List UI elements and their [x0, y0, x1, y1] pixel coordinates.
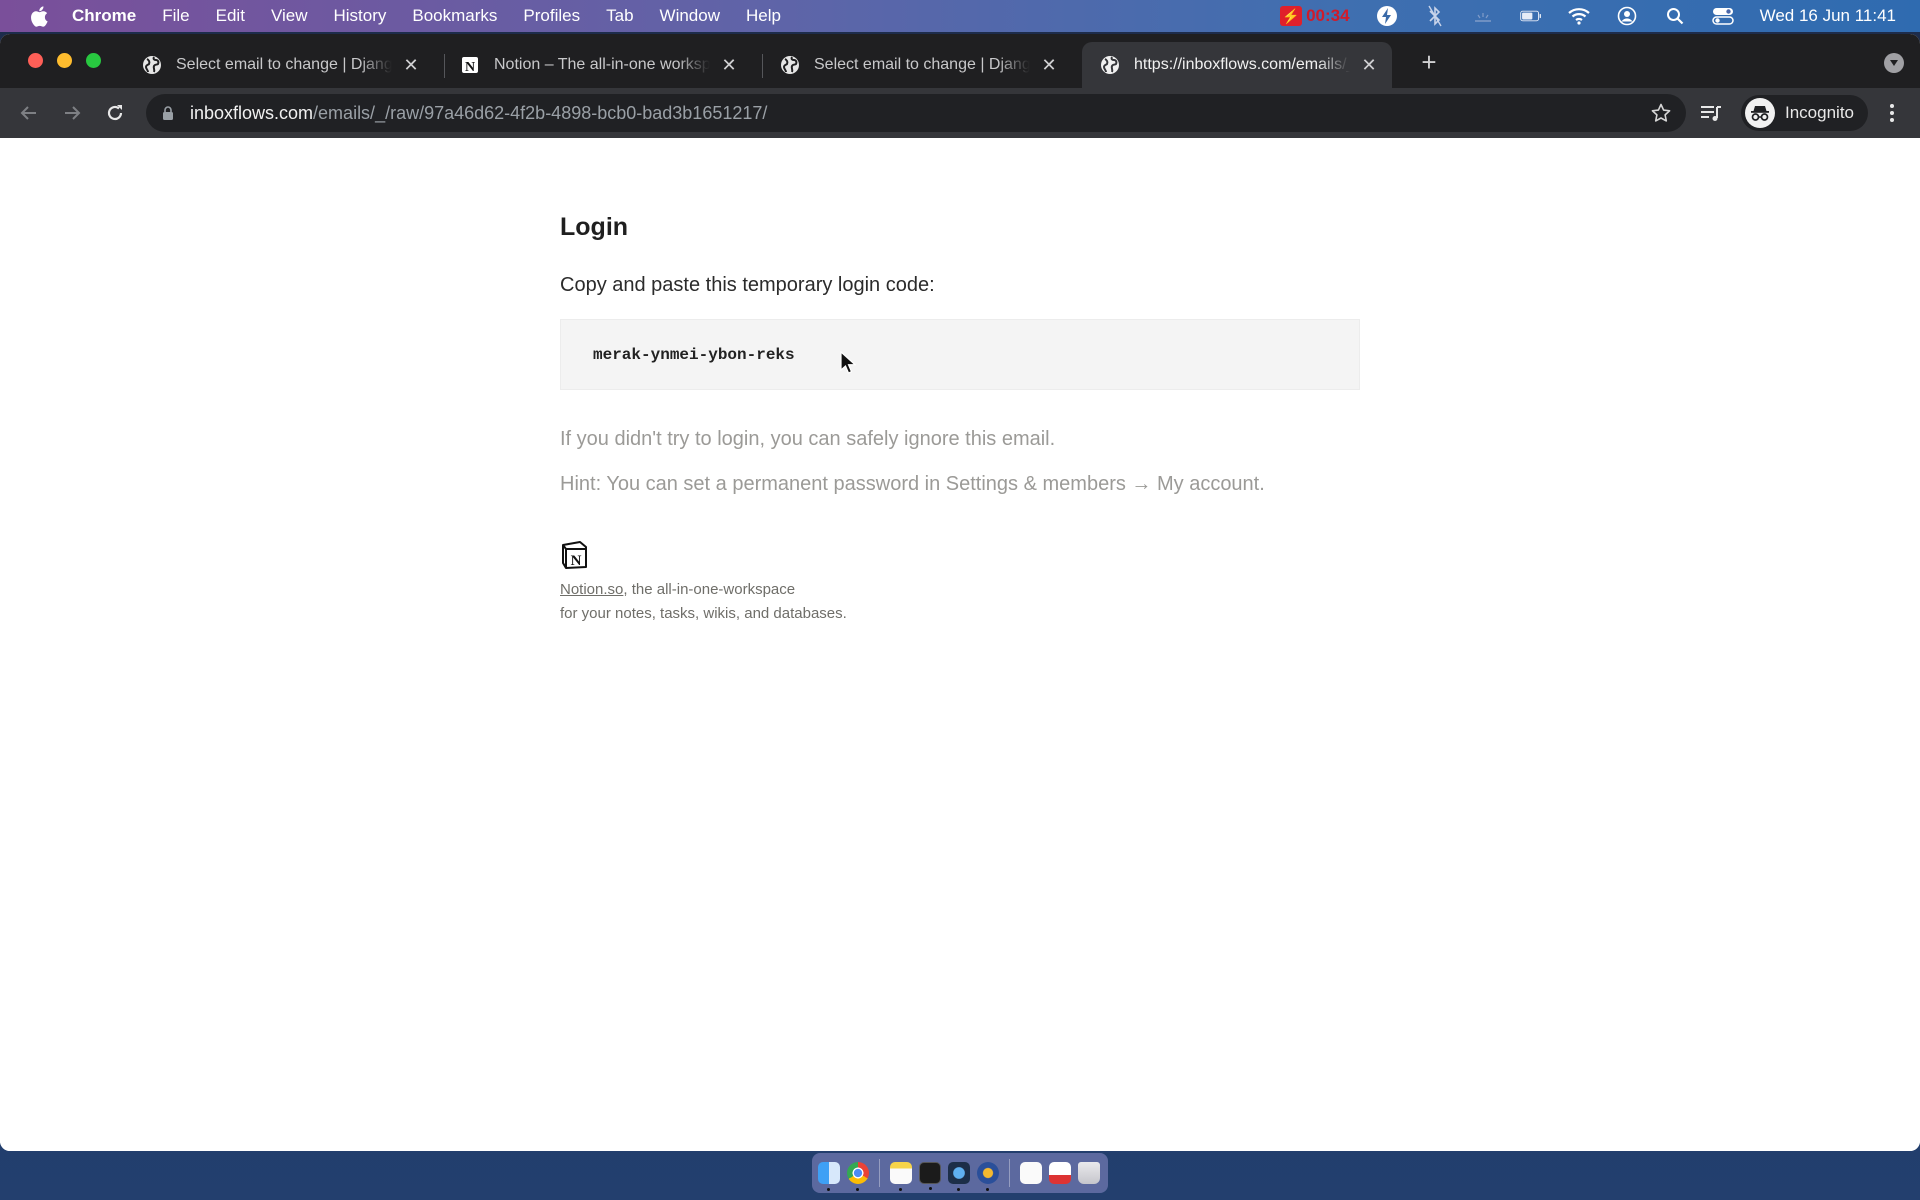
back-button[interactable] [12, 96, 46, 130]
tab-close-icon[interactable]: ✕ [720, 55, 738, 75]
email-body: Login Copy and paste this temporary logi… [560, 208, 1360, 626]
window-maximize-button[interactable] [86, 53, 101, 68]
menu-help[interactable]: Help [746, 6, 781, 26]
chrome-menu-icon[interactable] [1882, 99, 1902, 127]
apple-menu-icon[interactable] [28, 5, 50, 27]
macos-menu-bar: Chrome File Edit View History Bookmarks … [0, 0, 1920, 32]
incognito-profile-button[interactable]: Incognito [1741, 95, 1868, 131]
password-hint: Hint: You can set a permanent password i… [560, 473, 1265, 495]
menu-history[interactable]: History [333, 6, 386, 26]
user-account-icon[interactable] [1616, 5, 1638, 27]
menu-file[interactable]: File [162, 6, 189, 26]
tab-title: Select email to change | Django site adm… [814, 56, 1030, 73]
macos-dock [812, 1153, 1108, 1193]
dock-trash-icon[interactable] [1078, 1162, 1100, 1184]
menu-view[interactable]: View [271, 6, 308, 26]
window-close-button[interactable] [28, 53, 43, 68]
page-content: Login Copy and paste this temporary logi… [0, 138, 1920, 1151]
menu-bookmarks[interactable]: Bookmarks [412, 6, 497, 26]
tab-notion[interactable]: N Notion – The all-in-one workspace ✕ [442, 42, 752, 88]
tab-inboxflows-active[interactable]: https://inboxflows.com/emails/_/raw/ ✕ [1082, 42, 1392, 88]
ignore-note: If you didn't try to login, you can safe… [560, 428, 1056, 450]
window-minimize-button[interactable] [57, 53, 72, 68]
reeder-bolt-icon[interactable] [1376, 5, 1398, 27]
svg-text:N: N [465, 60, 475, 74]
media-controls-icon[interactable] [1697, 99, 1725, 127]
tab-django-admin-1[interactable]: Select email to change | Django site adm… [124, 42, 434, 88]
browser-toolbar: inboxflows.com/emails/_/raw/97a46d62-4f2… [0, 88, 1920, 138]
chrome-window: Select email to change | Django site adm… [0, 34, 1920, 1151]
lock-icon[interactable] [162, 105, 176, 121]
dock-separator [1009, 1159, 1010, 1187]
reload-button[interactable] [98, 96, 132, 130]
spotlight-search-icon[interactable] [1664, 5, 1686, 27]
email-lead-text: Copy and paste this temporary login code… [560, 274, 935, 296]
recording-time: 00:34 [1306, 6, 1350, 25]
tab-title: Select email to change | Django site adm… [176, 56, 392, 73]
svg-text:N: N [571, 553, 582, 569]
notion-link[interactable]: Notion.so [560, 581, 623, 598]
menu-app-name[interactable]: Chrome [72, 6, 136, 26]
tab-title: Notion – The all-in-one workspace [494, 56, 710, 73]
dock-document-icon[interactable] [1020, 1162, 1042, 1184]
bluetooth-off-icon[interactable] [1424, 5, 1446, 27]
email-heading: Login [560, 213, 629, 241]
menu-edit[interactable]: Edit [216, 6, 245, 26]
control-center-icon[interactable] [1711, 5, 1734, 27]
footer-line1: , the all-in-one-workspace [623, 581, 796, 598]
tab-search-button[interactable] [1884, 53, 1904, 73]
login-code[interactable]: merak-ynmei-ybon-reks [593, 346, 795, 364]
notion-logo-icon: N [560, 540, 590, 570]
address-bar[interactable]: inboxflows.com/emails/_/raw/97a46d62-4f2… [146, 94, 1686, 132]
screen-recording-indicator[interactable]: ⚡ 00:34 [1280, 6, 1350, 26]
email-footer: Notion.so, the all-in-one-workspace for … [560, 578, 1360, 626]
profile-label: Incognito [1785, 103, 1854, 122]
wifi-icon[interactable] [1567, 5, 1590, 27]
menubar-clock[interactable]: Wed 16 Jun 11:41 [1760, 6, 1896, 26]
dock-finder-icon[interactable] [818, 1162, 840, 1191]
tab-close-icon[interactable]: ✕ [1040, 55, 1058, 75]
dock-reeder-icon[interactable] [977, 1162, 999, 1191]
brightness-icon[interactable] [1472, 5, 1494, 27]
dock-terminal-icon[interactable] [919, 1162, 941, 1190]
tab-title: https://inboxflows.com/emails/_/raw/ [1134, 56, 1350, 73]
tab-close-icon[interactable]: ✕ [1360, 55, 1378, 75]
dock-screenshot-icon[interactable] [1049, 1162, 1071, 1184]
globe-icon [1100, 55, 1120, 75]
new-tab-button[interactable]: + [1416, 49, 1442, 77]
url-host: inboxflows.com [190, 102, 314, 123]
menu-profiles[interactable]: Profiles [523, 6, 580, 26]
dock-notes-icon[interactable] [890, 1162, 912, 1191]
mouse-cursor-icon [840, 350, 857, 375]
globe-icon [142, 55, 162, 75]
login-code-box[interactable]: merak-ynmei-ybon-reks [560, 319, 1360, 390]
tab-close-icon[interactable]: ✕ [402, 55, 420, 75]
recording-icon: ⚡ [1280, 6, 1303, 26]
footer-line2: for your notes, tasks, wikis, and databa… [560, 605, 847, 622]
window-controls [28, 53, 101, 68]
tab-django-admin-2[interactable]: Select email to change | Django site adm… [762, 42, 1072, 88]
dock-quicktime-icon[interactable] [948, 1162, 970, 1191]
menu-tab[interactable]: Tab [606, 6, 633, 26]
dock-separator [879, 1159, 880, 1187]
url-path: /emails/_/raw/97a46d62-4f2b-4898-bcb0-ba… [313, 102, 768, 123]
menu-window[interactable]: Window [660, 6, 720, 26]
globe-icon [780, 55, 800, 75]
bookmark-star-icon[interactable] [1650, 102, 1672, 124]
tab-strip: Select email to change | Django site adm… [0, 34, 1920, 88]
forward-button[interactable] [55, 96, 89, 130]
notion-icon: N [460, 55, 480, 75]
dock-chrome-icon[interactable] [847, 1162, 869, 1191]
incognito-icon [1745, 98, 1775, 128]
battery-icon[interactable] [1519, 5, 1542, 27]
